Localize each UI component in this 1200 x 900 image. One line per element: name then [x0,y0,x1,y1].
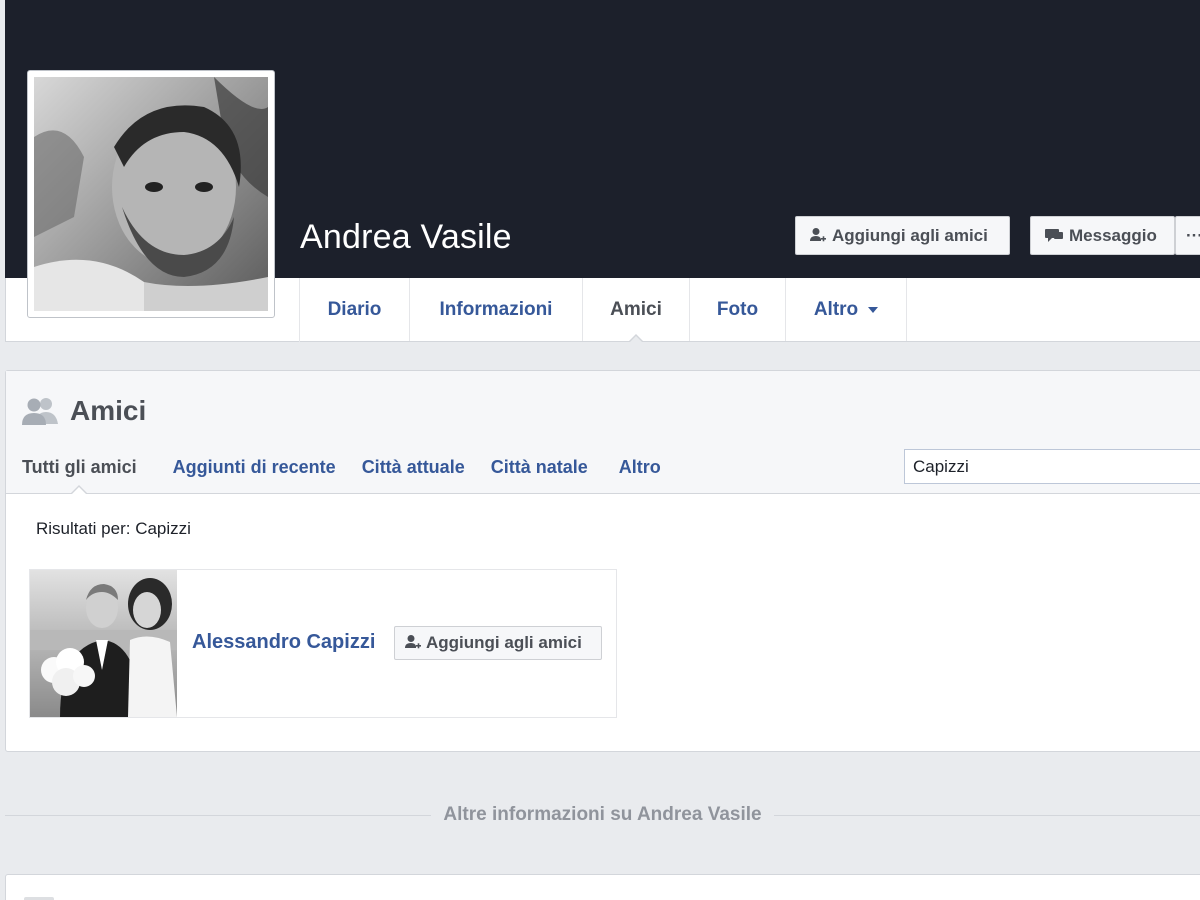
friends-header: Amici Tutti gli amici Aggiunti di recent… [6,371,1200,494]
results-label: Risultati per: Capizzi [36,519,191,538]
add-friend-label: Aggiungi agli amici [832,225,988,245]
profile-tabs: Diario Informazioni Amici Foto Altro [299,278,907,343]
divider-line-right [773,814,1200,816]
friends-heading: Amici [70,395,147,426]
message-label: Messaggio [1069,225,1157,245]
subtab-hometown[interactable]: Città natale [491,457,588,478]
more-options-button[interactable]: ··· [1175,216,1200,255]
profile-page: Andrea Vasile Aggiungi agli amici Messag… [0,0,1200,900]
friends-section: Amici Tutti gli amici Aggiunti di recent… [5,370,1200,752]
friends-icon [22,398,58,425]
friend-add-button[interactable]: Aggiungi agli amici [394,626,602,660]
chevron-down-icon [868,306,879,313]
friend-add-label: Aggiungi agli amici [426,633,582,652]
tab-amici[interactable]: Amici [583,278,690,343]
more-info-divider: Altre informazioni su Andrea Vasile [5,800,1200,830]
message-icon [1045,228,1063,242]
profile-name: Andrea Vasile [300,218,512,256]
more-dots-icon: ··· [1186,225,1200,245]
more-info-label: Altre informazioni su Andrea Vasile [443,804,762,825]
subtab-recently-added[interactable]: Aggiunti di recente [173,457,336,478]
subtab-all-friends[interactable]: Tutti gli amici [22,457,137,494]
message-button[interactable]: Messaggio [1030,216,1175,255]
next-section-card [5,874,1200,900]
tab-informazioni[interactable]: Informazioni [410,278,583,341]
friend-photo[interactable] [30,570,177,717]
profile-picture[interactable] [27,70,275,318]
friend-name-link[interactable]: Alessandro Capizzi [192,631,375,654]
friends-search-input[interactable] [904,449,1200,484]
add-friend-button[interactable]: Aggiungi agli amici [795,216,1010,255]
add-friend-icon [810,227,826,241]
add-friend-icon [405,635,421,649]
profile-photo-image [34,77,268,311]
divider-line-left [5,814,432,816]
tab-foto[interactable]: Foto [690,278,786,341]
friend-list-item: Alessandro Capizzi Aggiungi agli amici [29,569,617,718]
subtab-current-city[interactable]: Città attuale [362,457,465,478]
friends-filter-tabs: Tutti gli amici Aggiunti di recente Citt… [22,457,687,494]
tab-altro[interactable]: Altro [786,278,907,341]
friends-title: Amici [22,395,146,427]
tab-diario[interactable]: Diario [300,278,410,341]
subtab-more[interactable]: Altro [619,457,661,478]
